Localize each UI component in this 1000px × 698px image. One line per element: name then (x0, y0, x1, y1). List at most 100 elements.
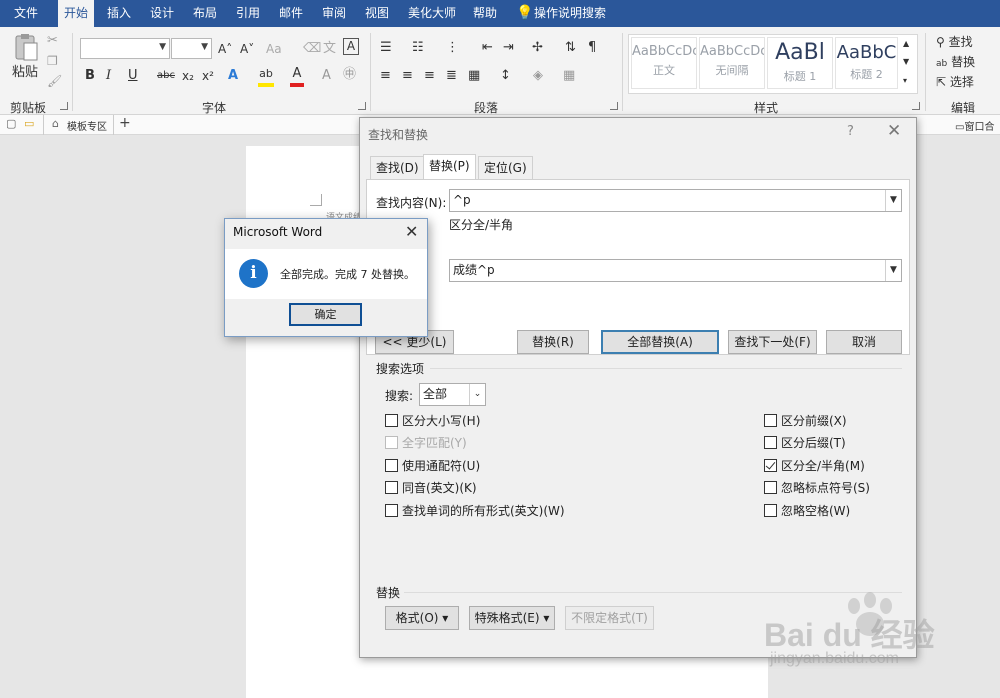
ignore-punct-checkbox[interactable]: 忽略标点符号(S) (764, 480, 870, 496)
tab-design[interactable]: 设计 (144, 0, 180, 27)
styles-scroll-down-icon[interactable]: ▼ (903, 53, 909, 71)
tab-home[interactable]: 开始 (58, 0, 95, 27)
style-normal[interactable]: AaBbCcDc 正文 (631, 37, 697, 89)
change-case-button[interactable]: Aa (266, 40, 282, 58)
format-painter-icon[interactable]: 🖌 (47, 72, 62, 90)
clipboard-launcher-icon[interactable] (60, 102, 68, 110)
copy-icon[interactable]: ❐ (47, 52, 58, 70)
wildcards-checkbox[interactable]: 使用通配符(U) (385, 458, 480, 474)
match-prefix-checkbox[interactable]: 区分前缀(X) (764, 413, 847, 429)
chevron-down-icon[interactable]: ▼ (885, 190, 901, 211)
ok-button[interactable]: 确定 (289, 303, 362, 326)
tab-review[interactable]: 审阅 (316, 0, 352, 27)
numbering-icon[interactable]: ☷ (412, 39, 424, 57)
checkbox-box[interactable] (385, 481, 398, 494)
tab-replace[interactable]: 替换(P) (423, 154, 476, 180)
checkbox-box[interactable] (764, 436, 777, 449)
chevron-down-icon[interactable]: ▼ (885, 260, 901, 281)
underline-button[interactable]: U (128, 67, 138, 85)
strikethrough-button[interactable]: abc (157, 67, 175, 85)
all-word-forms-checkbox[interactable]: 查找单词的所有形式(英文)(W) (385, 503, 565, 519)
tab-file[interactable]: 文件 (8, 0, 44, 27)
cancel-button[interactable]: 取消 (826, 330, 902, 354)
special-button[interactable]: 特殊格式(E) ▾ (469, 606, 555, 630)
multilevel-list-icon[interactable]: ⋮ (446, 39, 459, 57)
italic-button[interactable]: I (106, 67, 111, 85)
increase-indent-icon[interactable]: ⇥ (503, 39, 514, 57)
replace-one-button[interactable]: 替换(R) (517, 330, 589, 354)
replace-button[interactable]: ab 替换 (936, 53, 975, 73)
tab-find[interactable]: 查找(D) (370, 156, 425, 180)
clear-format-icon[interactable]: ⌫ (303, 40, 321, 58)
align-center-icon[interactable]: ≡ (402, 67, 413, 85)
borders-icon[interactable]: ▦ (563, 67, 575, 85)
char-shading-icon[interactable]: A (322, 67, 331, 85)
highlight-icon[interactable]: ab (258, 65, 274, 87)
decrease-indent-icon[interactable]: ⇤ (482, 39, 493, 57)
close-icon[interactable]: ✕ (405, 222, 418, 241)
shrink-font-button[interactable]: A˅ (240, 40, 254, 58)
find-what-input[interactable]: ^p ▼ (449, 189, 902, 212)
chinese-layout-icon[interactable]: ✢ (532, 39, 543, 57)
sort-icon[interactable]: ⇅ (565, 39, 576, 57)
cut-icon[interactable]: ✂ (47, 32, 58, 50)
bullets-icon[interactable]: ☰ (380, 39, 392, 57)
superscript-button[interactable]: x² (202, 67, 214, 85)
tell-me-search[interactable]: 💡操作说明搜索 (516, 0, 606, 27)
match-case-checkbox[interactable]: 区分大小写(H) (385, 413, 480, 429)
font-size-combo[interactable]: ▼ (171, 38, 212, 59)
align-right-icon[interactable]: ≡ (424, 67, 435, 85)
paste-button[interactable]: 粘贴 (12, 64, 38, 82)
find-next-button[interactable]: 查找下一处(F) (728, 330, 817, 354)
template-tab[interactable]: 模板专区 (67, 118, 107, 133)
paragraph-launcher-icon[interactable] (610, 102, 618, 110)
justify-icon[interactable]: ≣ (446, 67, 457, 85)
checkbox-box[interactable] (764, 504, 777, 517)
char-border-icon[interactable]: A (343, 38, 359, 55)
format-button[interactable]: 格式(O) ▾ (385, 606, 459, 630)
styles-scroll-up-icon[interactable]: ▲ (903, 35, 909, 53)
tab-references[interactable]: 引用 (230, 0, 266, 27)
select-button[interactable]: ⇱ 选择 (936, 73, 974, 91)
styles-more-icon[interactable]: ▾ (903, 72, 907, 90)
sounds-like-checkbox[interactable]: 同音(英文)(K) (385, 480, 477, 496)
tab-beautify[interactable]: 美化大师 (402, 0, 462, 27)
close-icon[interactable]: ✕ (887, 121, 901, 141)
tab-goto[interactable]: 定位(G) (478, 156, 533, 180)
grow-font-button[interactable]: A˄ (218, 40, 232, 58)
subscript-button[interactable]: x₂ (182, 67, 194, 85)
checkbox-box[interactable] (385, 459, 398, 472)
checkbox-box[interactable] (385, 504, 398, 517)
styles-launcher-icon[interactable] (912, 102, 920, 110)
phonetic-icon[interactable]: 文 (323, 40, 336, 58)
show-marks-icon[interactable]: ¶ (588, 39, 596, 57)
add-tab-button[interactable]: + (119, 115, 131, 131)
checkbox-box[interactable] (764, 481, 777, 494)
distributed-icon[interactable]: ▦ (468, 67, 480, 85)
font-launcher-icon[interactable] (358, 102, 366, 110)
enclosed-char-icon[interactable]: ㊥ (343, 66, 356, 84)
tab-help[interactable]: 帮助 (467, 0, 503, 27)
window-button[interactable]: ▭窗口合 (955, 118, 994, 133)
text-effects-icon[interactable]: A (228, 67, 238, 85)
chevron-down-icon[interactable]: ⌄ (469, 384, 485, 405)
match-suffix-checkbox[interactable]: 区分后缀(T) (764, 435, 846, 451)
tab-mailings[interactable]: 邮件 (273, 0, 309, 27)
tab-layout[interactable]: 布局 (187, 0, 223, 27)
checkbox-box[interactable] (385, 414, 398, 427)
checkmark-icon[interactable] (764, 459, 777, 472)
match-width-checkbox[interactable]: 区分全/半角(M) (764, 458, 865, 474)
bold-button[interactable]: B (85, 67, 95, 85)
ignore-space-checkbox[interactable]: 忽略空格(W) (764, 503, 850, 519)
shading-icon[interactable]: ◈ (533, 67, 543, 85)
new-doc-icon[interactable]: ▢ (6, 117, 16, 130)
paste-icon[interactable] (12, 33, 40, 63)
style-heading-1[interactable]: AaBl 标题 1 (767, 37, 833, 89)
replace-with-input[interactable]: 成绩^p ▼ (449, 259, 902, 282)
find-button[interactable]: ⚲ 查找 (936, 33, 973, 51)
replace-all-button[interactable]: 全部替换(A) (601, 330, 719, 354)
align-left-icon[interactable]: ≡ (380, 67, 391, 85)
style-no-spacing[interactable]: AaBbCcDc 无间隔 (699, 37, 765, 89)
font-name-combo[interactable]: ▼ (80, 38, 170, 59)
checkbox-box[interactable] (764, 414, 777, 427)
